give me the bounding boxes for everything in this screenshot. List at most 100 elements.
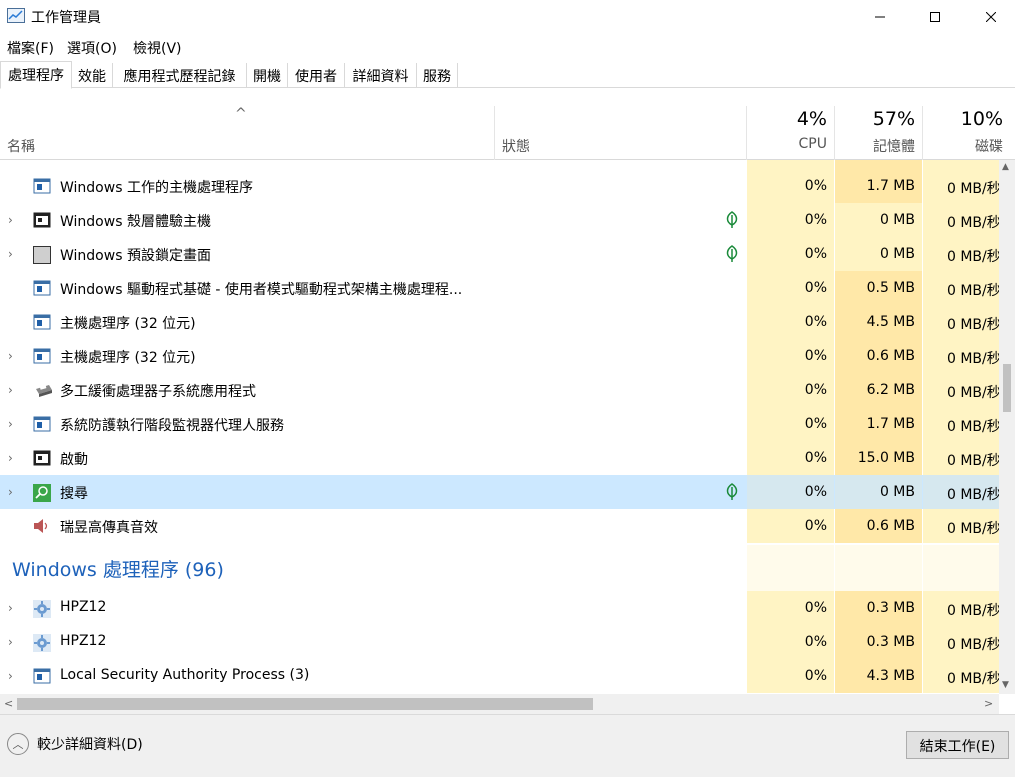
memory-cell: 0 MB	[835, 475, 922, 509]
table-row[interactable]: › 系統防護執行階段監視器代理人服務 0% 1.7 MB 0 MB/秒	[0, 407, 999, 441]
scroll-thumb[interactable]	[1003, 364, 1011, 412]
column-name[interactable]: 名稱	[7, 136, 35, 156]
close-button[interactable]	[963, 0, 1015, 34]
memory-cell: 6.2 MB	[835, 373, 922, 407]
group-title: Windows 處理程序 (96)	[12, 559, 224, 581]
scroll-down-icon[interactable]: ▼	[1002, 680, 1009, 690]
column-divider[interactable]	[494, 106, 495, 160]
cpu-cell: 0%	[747, 625, 834, 659]
cpu-cell: 0%	[747, 441, 834, 475]
tab-services[interactable]: 服務	[417, 63, 458, 87]
column-memory[interactable]: 記憶體	[835, 136, 915, 156]
cpu-cell: 0%	[747, 271, 834, 305]
window-icon	[33, 314, 51, 330]
chevron-right-icon[interactable]: ›	[8, 635, 13, 649]
table-row[interactable]: Windows 驅動程式基礎 - 使用者模式驅動程式架構主機處理程... 0% 0.…	[0, 271, 999, 305]
vertical-scrollbar[interactable]: ▲ ▼	[999, 160, 1015, 694]
tab-processes[interactable]: 處理程序	[0, 61, 72, 89]
disk-cell: 0 MB/秒	[923, 509, 999, 543]
table-row[interactable]: › 啟動 0% 15.0 MB 0 MB/秒	[0, 441, 999, 475]
table-row[interactable]: › HPZ12 0% 0.3 MB 0 MB/秒	[0, 625, 999, 659]
menu-bar: 檔案(F) 選項(O) 檢視(V)	[0, 34, 1015, 60]
tab-details[interactable]: 詳細資料	[345, 63, 417, 87]
table-row[interactable]: › Windows 預設鎖定畫面 0% 0 MB 0 MB/秒	[0, 237, 999, 271]
chevron-right-icon[interactable]: ›	[8, 349, 13, 363]
process-name: HPZ12	[60, 599, 107, 615]
memory-cell: 15.0 MB	[835, 441, 922, 475]
disk-cell: 0 MB/秒	[923, 441, 999, 475]
table-row[interactable]: › Windows 殼層體驗主機 0% 0 MB 0 MB/秒	[0, 203, 999, 237]
tab-users[interactable]: 使用者	[288, 63, 345, 87]
table-row[interactable]: Windows 工作的主機處理程序 0% 1.7 MB 0 MB/秒	[0, 169, 999, 203]
chevron-right-icon[interactable]: ›	[8, 601, 13, 615]
table-row[interactable]: › 搜尋 0% 0 MB 0 MB/秒	[0, 475, 999, 509]
disk-cell: 0 MB/秒	[923, 203, 999, 237]
maximize-icon	[930, 12, 940, 22]
memory-cell: 0 MB	[835, 203, 922, 237]
cpu-cell	[747, 160, 834, 169]
table-row[interactable]: › 主機處理序 (32 位元) 0% 0.6 MB 0 MB/秒	[0, 339, 999, 373]
scroll-thumb[interactable]	[17, 698, 593, 710]
tab-startup[interactable]: 開機	[247, 63, 288, 87]
fewer-details-button[interactable]: ︿ 較少詳細資料(D)	[7, 733, 143, 755]
memory-cell: 0.5 MB	[835, 271, 922, 305]
maximize-button[interactable]	[907, 0, 963, 34]
chevron-right-icon[interactable]: ›	[8, 247, 13, 261]
scroll-up-icon[interactable]: ▲	[1002, 162, 1009, 172]
cpu-cell: 0%	[747, 407, 834, 441]
scroll-right-icon[interactable]: >	[984, 697, 993, 710]
cpu-cell: 0%	[747, 237, 834, 271]
end-task-button[interactable]: 結束工作(E)	[906, 731, 1009, 759]
memory-cell: 0.3 MB	[835, 625, 922, 659]
disk-total[interactable]: 10%	[923, 108, 1003, 130]
process-name: Windows 殼層體驗主機	[60, 214, 211, 230]
chevron-right-icon[interactable]: ›	[8, 213, 13, 227]
table-row[interactable]: › 多工緩衝處理器子系統應用程式 0% 6.2 MB 0 MB/秒	[0, 373, 999, 407]
chevron-right-icon[interactable]: ›	[8, 383, 13, 397]
table-row[interactable]: › HPZ12 0% 0.3 MB 0 MB/秒	[0, 591, 999, 625]
group-header-windows-processes[interactable]: Windows 處理程序 (96)	[0, 545, 999, 591]
tab-app-history[interactable]: 應用程式歷程記錄	[113, 63, 247, 87]
disk-cell: 0 MB/秒	[923, 305, 999, 339]
cpu-cell: 0%	[747, 305, 834, 339]
scroll-left-icon[interactable]: <	[4, 697, 13, 710]
column-disk[interactable]: 磁碟	[923, 136, 1003, 156]
column-cpu[interactable]: CPU	[747, 136, 827, 152]
table-row[interactable]: 瑞昱高傳真音效 0% 0.6 MB 0 MB/秒	[0, 509, 999, 543]
tab-performance[interactable]: 效能	[72, 63, 113, 87]
disk-cell: 0 MB/秒	[923, 407, 999, 441]
menu-file[interactable]: 檔案(F)	[7, 38, 54, 58]
table-row[interactable]	[0, 160, 999, 169]
memory-cell: 0 MB	[835, 237, 922, 271]
process-name: Windows 預設鎖定畫面	[60, 248, 211, 264]
cpu-total[interactable]: 4%	[747, 108, 827, 130]
memory-cell: 1.7 MB	[835, 407, 922, 441]
title-bar: 工作管理員	[0, 0, 1015, 34]
process-list: Windows 工作的主機處理程序 0% 1.7 MB 0 MB/秒 › Windows …	[0, 160, 999, 694]
memory-total[interactable]: 57%	[835, 108, 915, 130]
memory-cell: 0.6 MB	[835, 509, 922, 543]
minimize-button[interactable]	[852, 0, 908, 34]
table-row[interactable]: 主機處理序 (32 位元) 0% 4.5 MB 0 MB/秒	[0, 305, 999, 339]
window-icon	[33, 348, 51, 364]
printer-icon	[33, 382, 52, 398]
chevron-right-icon[interactable]: ›	[8, 451, 13, 465]
window-icon	[33, 416, 51, 432]
fewer-details-label: 較少詳細資料(D)	[37, 737, 143, 753]
cpu-cell: 0%	[747, 659, 834, 693]
column-status[interactable]: 狀態	[502, 136, 530, 156]
chevron-right-icon[interactable]: ›	[8, 417, 13, 431]
memory-cell: 4.5 MB	[835, 305, 922, 339]
chevron-right-icon[interactable]: ›	[8, 485, 13, 499]
chevron-right-icon[interactable]: ›	[8, 669, 13, 683]
menu-view[interactable]: 檢視(V)	[133, 38, 182, 58]
table-row[interactable]: › Local Security Authority Process (3) 0% 4…	[0, 659, 999, 693]
tab-strip: 處理程序 效能 應用程式歷程記錄 開機 使用者 詳細資料 服務	[0, 61, 1015, 89]
leaf-icon	[725, 483, 739, 501]
horizontal-scrollbar[interactable]: < >	[0, 694, 999, 714]
menu-options[interactable]: 選項(O)	[67, 38, 117, 58]
search-icon	[33, 484, 51, 502]
cpu-cell: 0%	[747, 475, 834, 509]
process-name: 啟動	[60, 452, 88, 468]
process-name: 主機處理序 (32 位元)	[60, 350, 196, 366]
